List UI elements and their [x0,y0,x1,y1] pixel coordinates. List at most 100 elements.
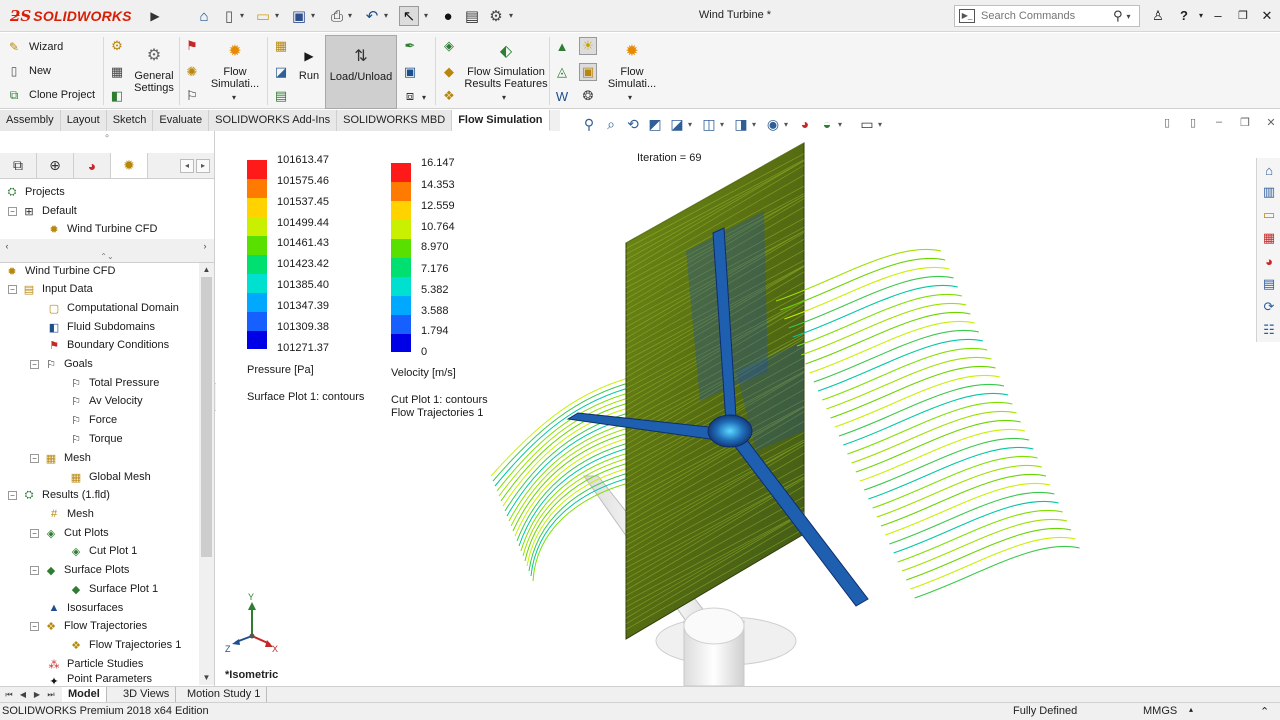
close-icon[interactable]: ✕ [1256,6,1278,26]
tree-item-goal-torque[interactable]: ⚐ Torque [68,430,123,448]
collapse-toggle[interactable]: − [30,528,39,538]
scroll-right-arrow[interactable]: › [198,239,212,253]
wizard-button[interactable]: ✎ Wizard [6,37,63,57]
restore-icon[interactable]: ❐ [1232,6,1254,26]
save-dropdown-caret[interactable]: ▾ [311,10,319,22]
tree-item-default[interactable]: − ⊞ Default [8,202,77,220]
minimize-icon[interactable]: – [1207,6,1229,26]
scroll-left-arrow[interactable]: ‹ [0,239,14,253]
unit-system-selector[interactable]: MMGS [1143,705,1177,717]
tab-layout[interactable]: Layout [60,110,107,131]
select-dropdown-caret[interactable]: ▾ [424,10,432,22]
collapse-toggle[interactable]: − [30,359,39,369]
scroll-thumb[interactable] [201,277,212,557]
flow-simulation-options-button[interactable]: ✹ Flow Simulati... [604,41,660,91]
panel-grip[interactable]: ⚬ [0,131,214,153]
tree-vertical-scrollbar[interactable]: ▲ ▼ [199,263,214,685]
tree-item-goal-av-velocity[interactable]: ⚐ Av Velocity [68,392,143,410]
feature-manager-tab-icon[interactable]: ⧉ [0,153,37,178]
flow-simulation-dropdown-button[interactable]: ✹ Flow Simulati... [207,41,263,91]
flow-simulation-tab-icon[interactable]: ✹ [111,153,148,178]
tree-item-fluid-subdomains[interactable]: ◧ Fluid Subdomains [46,318,155,336]
solver-icon[interactable]: ◪ [272,63,290,81]
tab-flow-simulation[interactable]: Flow Simulation [452,110,550,131]
boundary-condition-icon[interactable]: ⚑ [183,37,201,55]
search-dropdown-caret[interactable]: ▾ [1127,12,1131,21]
tab-sketch[interactable]: Sketch [106,110,154,131]
mesh-build-icon[interactable]: ▦ [272,37,290,55]
isosurface-tool-icon[interactable]: ◆ [440,63,458,81]
home-icon[interactable]: ⌂ [194,6,214,26]
open-folder-icon[interactable]: ▭ [253,6,273,26]
options-dropdown-caret[interactable]: ▾ [509,10,517,22]
graphics-area[interactable]: Y X Z 101613.47 101575.46 101537.45 1014… [216,131,1256,686]
tree-item-input-data[interactable]: − ▤ Input Data [8,280,93,298]
file-explorer-icon[interactable]: ▭ [1259,205,1279,225]
fan-icon[interactable]: ✺ [183,63,201,81]
display-results-icon[interactable]: ▣ [579,63,597,81]
collapse-toggle[interactable]: − [8,284,17,294]
traffic-light-icon[interactable]: ● [438,6,458,26]
run-button[interactable]: ▶ Run [294,45,324,82]
collapse-toggle[interactable]: − [30,565,39,575]
subdomain-small-icon[interactable]: ◧ [108,87,126,105]
scroll-down-arrow[interactable]: ▼ [199,671,214,685]
search-icon[interactable]: ⚲ [1113,8,1123,24]
report-icon[interactable]: W [553,87,571,105]
tree-item-wind-turbine-cfd-project[interactable]: ✹ Wind Turbine CFD [46,220,157,238]
goal-flag-small-icon[interactable]: ⚐ [183,87,201,105]
viewport-close-icon[interactable]: ✕ [1258,116,1280,132]
file-properties-icon[interactable]: ▤ [462,6,482,26]
tab-solidworks-mbd[interactable]: SOLIDWORKS MBD [337,110,453,131]
search-commands-input[interactable] [981,10,1111,22]
flow-simulation-options-caret[interactable]: ▾ [628,93,632,102]
tabs-scroll-right[interactable]: ▸ [196,159,210,173]
flow-settings-icon[interactable]: ⚙ [108,37,126,55]
tab-3d-views[interactable]: 3D Views [117,687,177,703]
tree-item-surface-plot-1[interactable]: ◆ Surface Plot 1 [68,580,158,598]
solidworks-resources-icon[interactable]: ⌂ [1259,160,1279,180]
results-tools-icon[interactable]: ⧈ [401,87,419,105]
tree-item-surface-plots[interactable]: − ◆ Surface Plots [30,561,129,579]
tree-item-projects[interactable]: ⛭ Projects [4,183,65,201]
tab-model[interactable]: Model [62,687,107,703]
status-expand-icon[interactable]: ⌃ [1260,705,1269,718]
tab-motion-study-1[interactable]: Motion Study 1 [181,687,268,703]
surface-plot-tool-icon[interactable]: ◈ [440,37,458,55]
hide-show-caret[interactable]: ▾ [784,120,794,129]
tab-assembly[interactable]: Assembly [0,110,61,131]
collapse-toggle[interactable]: − [30,453,39,463]
comments-icon[interactable]: ☷ [1259,320,1279,340]
cut-plot-tool-icon[interactable]: ✒ [401,37,419,55]
tree-item-isosurfaces[interactable]: ▲ Isosurfaces [46,599,124,617]
save-icon[interactable]: ▣ [289,6,309,26]
tree-item-computational-domain[interactable]: ▢ Computational Domain [46,299,179,317]
view-orientation-caret[interactable]: ▾ [720,120,730,129]
tree-item-goal-force[interactable]: ⚐ Force [68,411,117,429]
tree-item-wind-turbine-cfd[interactable]: ✹ Wind Turbine CFD [4,262,115,280]
scroll-up-arrow[interactable]: ▲ [199,263,214,277]
view-palette-icon[interactable]: ▦ [1259,228,1279,248]
tree-item-boundary-conditions[interactable]: ⚑ Boundary Conditions [46,336,169,354]
results-features-dropdown-caret[interactable]: ▾ [502,93,506,102]
tree-item-goals[interactable]: − ⚐ Goals [30,355,93,373]
units-icon[interactable]: ▦ [108,63,126,81]
plot-chart-icon[interactable]: ▲ [553,37,571,55]
forum-icon[interactable]: ⟳ [1259,297,1279,317]
next-tab-arrow[interactable]: ▶ [31,689,43,701]
flow-simulation-dropdown-caret[interactable]: ▾ [232,93,236,102]
open-dropdown-caret[interactable]: ▾ [275,10,283,22]
collapse-toggle[interactable]: − [30,621,39,631]
tree-item-goal-total-pressure[interactable]: ⚐ Total Pressure [68,374,159,392]
viewport-tile-icon[interactable]: ▯ [1154,116,1180,132]
configuration-manager-tab-icon[interactable]: ⊕ [37,153,74,178]
viewport-split-icon[interactable]: ▯ [1180,116,1206,132]
tree-item-global-mesh[interactable]: ▦ Global Mesh [68,468,151,486]
new-dropdown-caret[interactable]: ▾ [240,10,248,22]
new-document-icon[interactable]: ▯ [219,6,239,26]
general-settings-button[interactable]: ⚙ General Settings [132,45,176,95]
menu-expand-icon[interactable]: ▶ [147,6,163,26]
save-results-icon[interactable]: ▣ [401,63,419,81]
last-tab-arrow[interactable]: ⏭ [45,689,57,701]
search-commands-box[interactable]: ▶_ ⚲ ▾ [954,5,1140,27]
